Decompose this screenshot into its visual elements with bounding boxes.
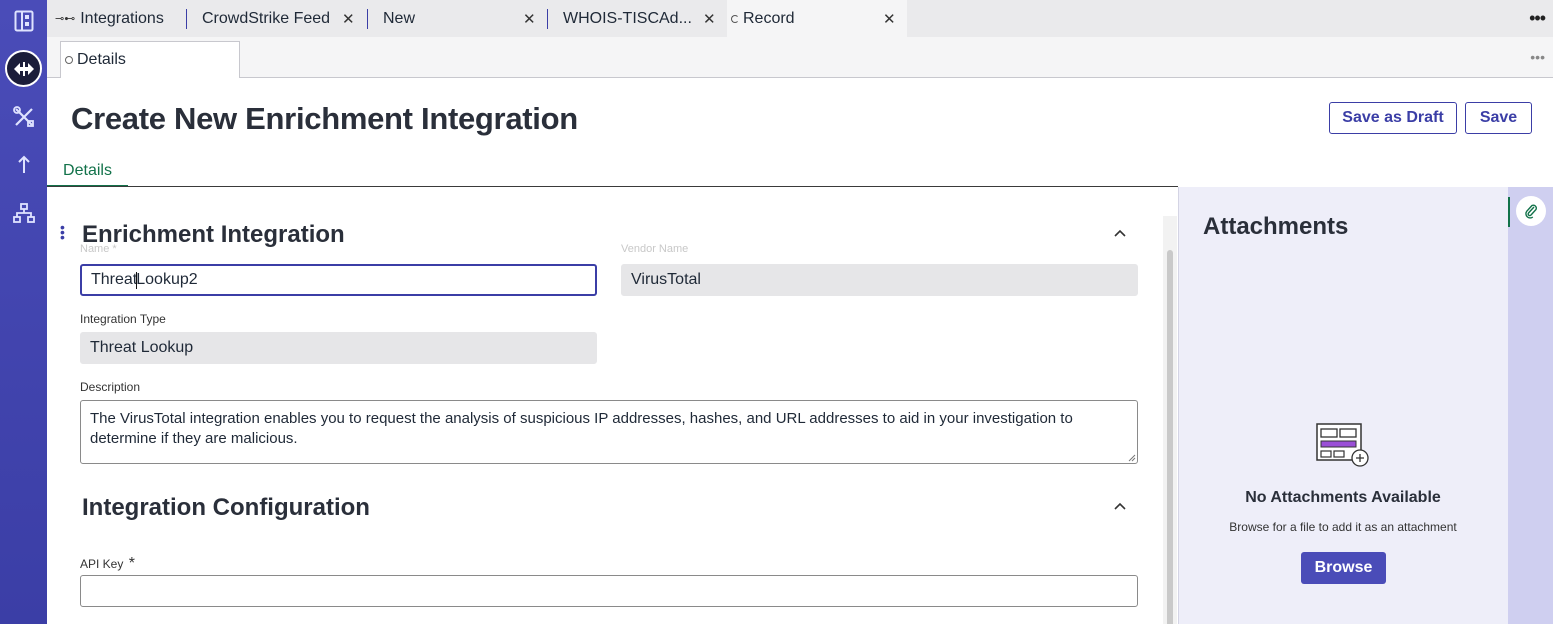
paperclip-icon[interactable] [1516, 196, 1546, 226]
integration-type-field: Threat Lookup [80, 332, 597, 364]
scrollbar-thumb[interactable] [1167, 250, 1173, 624]
tab-details[interactable]: Details [47, 156, 128, 187]
required-asterisk: * [128, 555, 135, 572]
page-title: Create New Enrichment Integration [71, 101, 578, 136]
more-options-icon[interactable]: ••• [1530, 49, 1545, 65]
attachments-title: Attachments [1203, 213, 1349, 240]
browse-button[interactable]: Browse [1301, 552, 1386, 584]
browse-hint: Browse for a file to add it as an attach… [1229, 520, 1457, 534]
tab-separator [186, 9, 187, 29]
tab-whois[interactable]: WHOIS-TISCAd... ✕ [547, 0, 727, 37]
tab-integrations[interactable]: ⊸⊷ Integrations [55, 0, 185, 37]
save-as-draft-button[interactable]: Save as Draft [1329, 102, 1457, 134]
save-button[interactable]: Save [1465, 102, 1532, 134]
description-label: Description [80, 380, 141, 394]
name-input-value-start: Threat [91, 271, 138, 288]
tools-icon[interactable] [11, 104, 36, 129]
tab-label: Integrations [80, 9, 164, 27]
subtab-label: Details [77, 51, 126, 68]
divider [47, 186, 1178, 187]
status-dot-icon [65, 56, 73, 64]
hierarchy-icon[interactable] [11, 200, 36, 225]
description-textarea[interactable]: The VirusTotal integration enables you t… [80, 400, 1138, 464]
api-key-input[interactable] [80, 575, 1138, 607]
tab-new[interactable]: New ✕ [367, 0, 547, 37]
upload-arrow-icon[interactable] [11, 152, 36, 177]
no-attachments-title: No Attachments Available [1245, 489, 1441, 506]
description-value: The VirusTotal integration enables you t… [90, 410, 1073, 447]
tab-label: Record [743, 9, 795, 27]
name-field-label: Name * [80, 243, 117, 252]
integration-type-label: Integration Type [80, 312, 166, 326]
resize-grip-icon[interactable] [1128, 454, 1136, 462]
close-icon[interactable]: ✕ [523, 10, 536, 28]
app-window: ⊸⊷ Integrations CrowdStrike Feed ✕ New ✕… [0, 0, 1553, 624]
vendor-field-label: Vendor Name [621, 243, 689, 252]
api-key-label: API Key * [80, 555, 135, 573]
form-scrollbar[interactable] [1163, 216, 1177, 624]
section-title-configuration: Integration Configuration [82, 494, 370, 521]
tab-separator [547, 9, 548, 29]
name-input[interactable]: Threat Lookup2 [80, 264, 597, 296]
active-indicator [1508, 197, 1510, 227]
loading-icon [731, 14, 739, 23]
tab-label: WHOIS-TISCAd... [563, 9, 692, 27]
tab-crowdstrike-feed[interactable]: CrowdStrike Feed ✕ [186, 0, 366, 37]
tab-strip: ⊸⊷ Integrations CrowdStrike Feed ✕ New ✕… [47, 0, 1553, 37]
close-icon[interactable]: ✕ [883, 10, 896, 28]
tab-label: New [383, 9, 416, 27]
empty-attachments-icon [1316, 423, 1372, 474]
left-rail [0, 0, 47, 624]
close-icon[interactable]: ✕ [342, 10, 355, 28]
name-input-value-end: Lookup2 [136, 271, 198, 288]
attachments-side-rail [1508, 187, 1553, 624]
more-tabs-icon[interactable]: ••• [1529, 8, 1546, 29]
tab-label: CrowdStrike Feed [202, 9, 331, 27]
drag-handle-icon[interactable]: • • • [60, 220, 65, 244]
api-key-label-text: API Key [80, 557, 124, 571]
collapse-chevron-icon[interactable] [1112, 498, 1128, 514]
tab-record[interactable]: Record ✕ [727, 0, 907, 37]
integration-type-value: Threat Lookup [90, 339, 194, 356]
app-logo[interactable] [5, 50, 42, 87]
collapse-chevron-icon[interactable] [1112, 225, 1128, 241]
section-title-enrichment: Enrichment Integration [82, 221, 345, 248]
integration-icon: ⊸⊷ [55, 13, 76, 25]
subtab-details[interactable]: Details [60, 41, 240, 78]
vendor-name-value: VirusTotal [631, 271, 701, 288]
dashboard-icon[interactable] [11, 8, 36, 33]
vendor-name-field: VirusTotal [621, 264, 1138, 296]
record-subtab-bar: Details ••• [47, 37, 1553, 78]
close-icon[interactable]: ✕ [703, 10, 716, 28]
tab-separator [367, 9, 368, 29]
